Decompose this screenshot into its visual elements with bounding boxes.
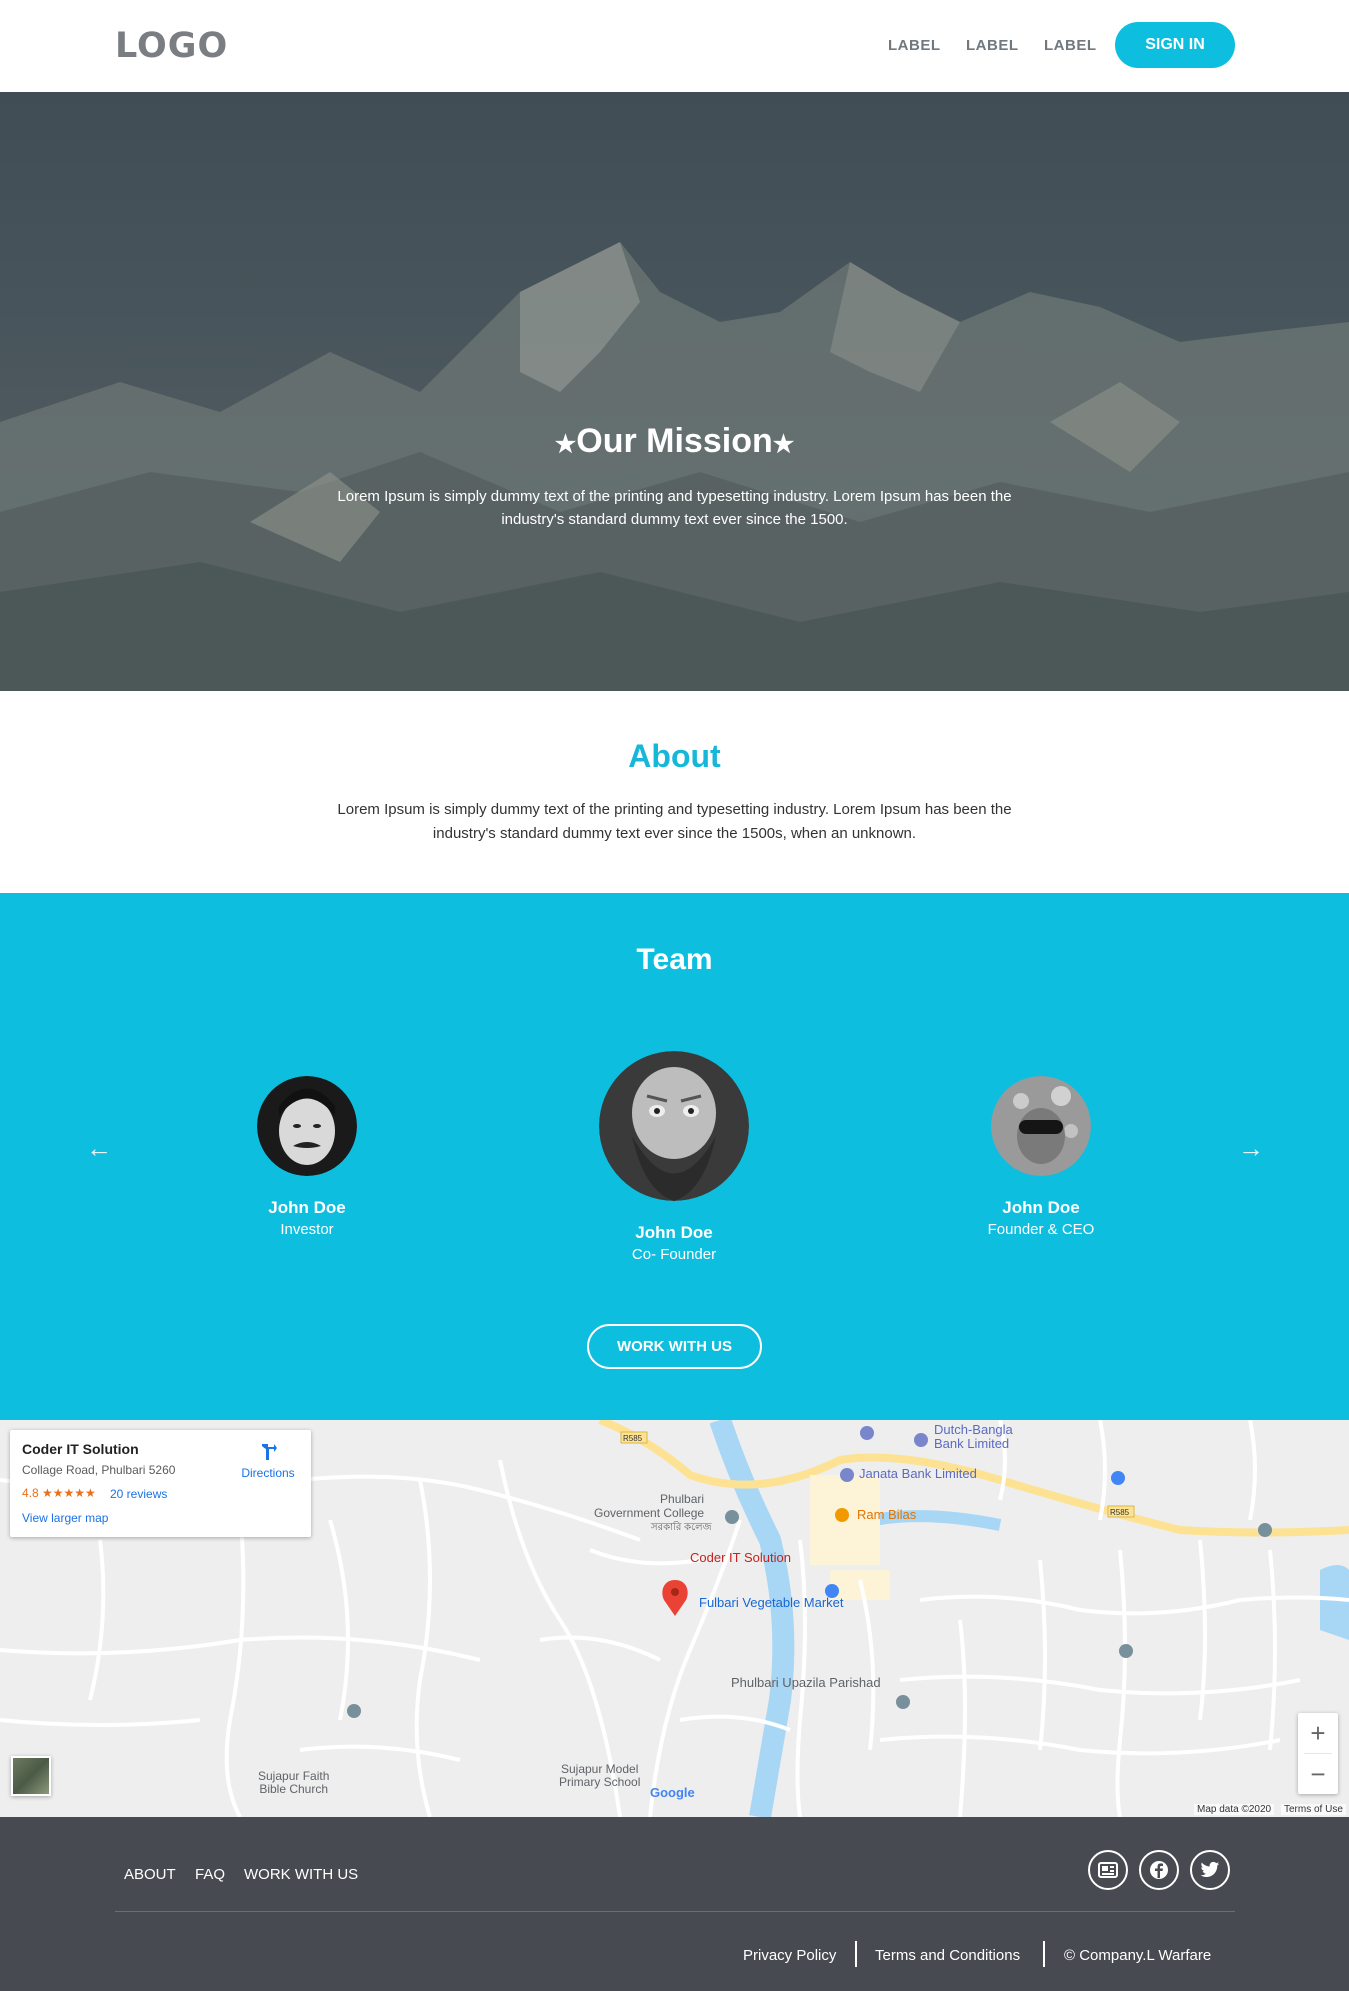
place-name: Coder IT Solution: [22, 1441, 139, 1457]
copyright-text: © Company.L Warfare: [1064, 1947, 1212, 1964]
facebook-icon: [1150, 1861, 1168, 1879]
twitter-icon: [1200, 1861, 1220, 1877]
mission-title-text: Our Mission: [576, 422, 773, 460]
zoom-in-button[interactable]: +: [1298, 1713, 1338, 1753]
member-name: John Doe: [635, 1223, 713, 1242]
terms-link[interactable]: Terms and Conditions: [875, 1947, 1020, 1964]
member-name: John Doe: [268, 1198, 346, 1217]
map-label-ram-bilas: Ram Bilas: [857, 1507, 917, 1522]
news-icon: [1098, 1862, 1118, 1878]
avatar: [257, 1076, 357, 1176]
view-larger-map-link[interactable]: View larger map: [22, 1511, 108, 1525]
mission-hero: ★Our Mission★ Lorem Ipsum is simply dumm…: [0, 92, 1349, 691]
avatar: [991, 1076, 1091, 1176]
place-address: Collage Road, Phulbari 5260: [22, 1463, 176, 1477]
about-text: Lorem Ipsum is simply dummy text of the …: [337, 801, 1012, 842]
footer-link-faq[interactable]: FAQ: [195, 1866, 225, 1883]
mountain-background: [0, 242, 1349, 691]
directions-label: Directions: [241, 1466, 295, 1480]
footer-link-about[interactable]: ABOUT: [124, 1866, 176, 1883]
map-label-school: Sujapur Model Primary School: [559, 1762, 641, 1789]
legal-separator: [1043, 1941, 1045, 1967]
prev-arrow-icon[interactable]: ←: [86, 1133, 112, 1164]
map-label-vegetable-market: Fulbari Vegetable Market: [699, 1595, 844, 1610]
team-member-1[interactable]: John Doe Investor: [207, 1076, 407, 1238]
nav-link-3[interactable]: LABEL: [1044, 37, 1097, 54]
mission-text: Lorem Ipsum is simply dummy text of the …: [337, 488, 1012, 528]
reviews-link[interactable]: 20 reviews: [110, 1487, 167, 1501]
twitter-social-button[interactable]: [1190, 1850, 1230, 1890]
site-footer: ABOUT FAQ WORK WITH US Privacy Policy Te…: [0, 1817, 1349, 1991]
footer-link-work[interactable]: WORK WITH US: [244, 1866, 358, 1883]
sign-in-button[interactable]: SIGN IN: [1115, 22, 1235, 68]
road-label: R585: [1110, 1508, 1130, 1517]
directions-icon: [262, 1444, 277, 1460]
location-map[interactable]: R585 R585 Coder IT Solution Phulbari Gov…: [0, 1420, 1349, 1817]
member-role: Investor: [280, 1221, 334, 1238]
place-card: Coder IT Solution Collage Road, Phulbari…: [10, 1430, 311, 1537]
member-role: Co- Founder: [631, 1246, 717, 1263]
nav-link-2[interactable]: LABEL: [966, 37, 1019, 54]
map-data-attribution: Map data ©2020: [1194, 1804, 1275, 1815]
team-member-3[interactable]: John Doe Founder & CEO: [941, 1076, 1141, 1238]
footer-divider: [115, 1911, 1235, 1912]
member-name: John Doe: [1002, 1198, 1080, 1217]
team-section: Team ← → John Doe Investor John Doe Co- …: [0, 893, 1349, 1420]
mission-title: ★Our Mission★: [0, 422, 1349, 461]
privacy-policy-link[interactable]: Privacy Policy: [743, 1947, 836, 1964]
map-label-college: Phulbari Government College: [594, 1492, 705, 1520]
map-terms-link[interactable]: Terms of Use: [1281, 1804, 1346, 1815]
team-title: Team: [636, 943, 713, 976]
nav-link-1[interactable]: LABEL: [888, 37, 941, 54]
legal-separator: [855, 1941, 857, 1967]
road-label: R585: [623, 1434, 643, 1443]
avatar: [599, 1051, 749, 1201]
next-arrow-icon[interactable]: →: [1238, 1133, 1264, 1164]
satellite-toggle[interactable]: [11, 1756, 51, 1796]
map-label-dutch-bangla: Dutch-Bangla Bank Limited: [934, 1422, 1013, 1451]
about-title: About: [628, 738, 721, 774]
map-pin-label[interactable]: Coder IT Solution: [690, 1550, 791, 1565]
facebook-social-button[interactable]: [1139, 1850, 1179, 1890]
site-header: LOGO LABEL LABEL LABEL SIGN IN: [0, 0, 1349, 92]
map-label-college-bn: সরকারি কলেজ: [651, 1522, 712, 1533]
zoom-controls: + −: [1298, 1713, 1338, 1794]
place-rating: 4.8 ★★★★★: [22, 1486, 96, 1500]
map-label-church: Sujapur Faith Bible Church: [258, 1769, 330, 1796]
work-with-us-button[interactable]: WORK WITH US: [587, 1324, 762, 1369]
google-logo: Google: [650, 1785, 695, 1800]
map-label-upazila: Phulbari Upazila Parishad: [731, 1675, 881, 1690]
member-role: Founder & CEO: [987, 1221, 1095, 1238]
star-icon: ★: [554, 431, 577, 458]
news-social-button[interactable]: [1088, 1850, 1128, 1890]
star-icon: ★: [772, 431, 795, 458]
map-label-janata: Janata Bank Limited: [859, 1466, 977, 1481]
logo[interactable]: LOGO: [115, 26, 228, 66]
zoom-out-button[interactable]: −: [1298, 1754, 1338, 1794]
team-member-2[interactable]: John Doe Co- Founder: [574, 1051, 774, 1263]
directions-button[interactable]: Directions: [236, 1442, 300, 1480]
